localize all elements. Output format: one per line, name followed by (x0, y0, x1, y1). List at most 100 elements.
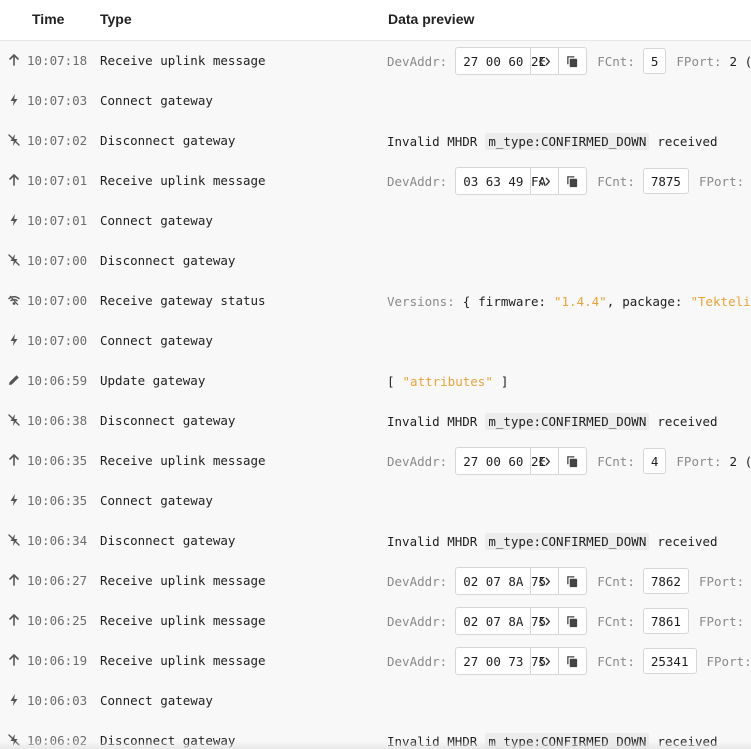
json-brace: { (462, 293, 471, 309)
copy-icon (566, 455, 579, 468)
event-type: Connect gateway (100, 93, 213, 108)
event-row[interactable]: 10:07:03 Connect gateway (0, 81, 751, 121)
event-time: 10:06:34 (27, 533, 88, 548)
event-time: 10:06:19 (27, 653, 88, 668)
copy-button[interactable] (558, 448, 586, 474)
event-type: Disconnect gateway (100, 253, 236, 268)
received-text: received (657, 533, 718, 549)
event-type: Update gateway (100, 373, 206, 388)
toggle-format-button[interactable] (530, 568, 558, 594)
copy-button[interactable] (558, 168, 586, 194)
bolt-icon (7, 693, 21, 707)
event-type: Disconnect gateway (100, 413, 236, 428)
mtype-code: m_type:CONFIRMED_DOWN (485, 132, 650, 150)
copy-button[interactable] (558, 608, 586, 634)
devaddr-value: 27 00 73 75 (463, 653, 547, 669)
received-text: received (657, 133, 718, 149)
data-preview: Invalid MHDR m_type:CONFIRMED_DOWN receive… (387, 121, 718, 161)
event-row[interactable]: 10:07:00 Disconnect gateway (0, 241, 751, 281)
event-row[interactable]: 10:06:59 Update gateway ["attributes"] (0, 361, 751, 401)
fport-label: FPort: (676, 53, 722, 69)
toggle-format-button[interactable] (530, 168, 558, 194)
toggle-format-button[interactable] (530, 648, 558, 674)
json-comma: , (606, 293, 615, 309)
column-header-data-preview[interactable]: Data preview (388, 11, 474, 27)
event-time: 10:07:00 (27, 293, 88, 308)
event-row[interactable]: 10:06:03 Connect gateway (0, 681, 751, 721)
fport-label: FPort: (698, 613, 745, 629)
copy-icon (566, 655, 579, 668)
event-row[interactable]: 10:06:34 Disconnect gateway Invalid MHDR m_… (0, 521, 751, 561)
event-type: Connect gateway (100, 213, 213, 228)
received-text: received (657, 413, 718, 429)
fcnt-label: FCnt: (597, 173, 635, 189)
event-time: 10:07:03 (27, 93, 88, 108)
data-preview: DevAddr: 02 07 8A 75 FCnt: 7862 FPort: (387, 561, 751, 601)
event-type: Receive uplink message (100, 613, 266, 628)
event-type: Receive uplink message (100, 173, 266, 188)
fcnt-label: FCnt: (597, 653, 635, 669)
devaddr-value: 02 07 8A 75 (463, 613, 547, 629)
bolt-icon (7, 93, 21, 107)
event-row[interactable]: 10:07:18 Receive uplink message DevAddr: 27… (0, 41, 751, 81)
devaddr-value: 02 07 8A 75 (463, 573, 547, 589)
fport-label: FPort: (676, 453, 722, 469)
event-row[interactable]: 10:06:35 Connect gateway (0, 481, 751, 521)
event-row[interactable]: 10:07:00 Connect gateway (0, 321, 751, 361)
event-row[interactable]: 10:06:19 Receive uplink message DevAddr: 27… (0, 641, 751, 681)
code-icon (538, 55, 551, 68)
bolt-off-icon (7, 253, 21, 267)
event-row[interactable]: 10:07:01 Receive uplink message DevAddr: 03… (0, 161, 751, 201)
copy-icon (566, 615, 579, 628)
error-text: Invalid MHDR (387, 413, 478, 429)
fport-label: FPort: (706, 653, 751, 669)
event-time: 10:06:25 (27, 613, 88, 628)
devaddr-field: 02 07 8A 75 (455, 567, 588, 595)
copy-button[interactable] (558, 648, 586, 674)
event-row[interactable]: 10:06:35 Receive uplink message DevAddr: 27… (0, 441, 751, 481)
toggle-format-button[interactable] (530, 608, 558, 634)
arrow-up-icon (7, 573, 21, 587)
data-preview: DevAddr: 03 63 49 FA FCnt: 7875 FPort: (387, 161, 751, 201)
event-time: 10:06:35 (27, 453, 88, 468)
bolt-icon (7, 333, 21, 347)
event-time: 10:06:27 (27, 573, 88, 588)
event-time: 10:07:00 (27, 253, 88, 268)
event-type: Receive uplink message (100, 453, 266, 468)
copy-button[interactable] (558, 48, 586, 74)
devaddr-field: 27 00 73 75 (455, 647, 588, 675)
devaddr-field: 27 00 60 2E (455, 47, 588, 75)
json-value-package: "Tektelic B (690, 293, 751, 309)
event-row[interactable]: 10:06:27 Receive uplink message DevAddr: 02… (0, 561, 751, 601)
event-row[interactable]: 10:06:25 Receive uplink message DevAddr: 02… (0, 601, 751, 641)
bolt-off-icon (7, 533, 21, 547)
column-header-time[interactable]: Time (32, 11, 64, 27)
event-time: 10:07:01 (27, 213, 88, 228)
toggle-format-button[interactable] (530, 448, 558, 474)
pencil-icon (7, 373, 21, 387)
event-time: 10:07:00 (27, 333, 88, 348)
column-header-type[interactable]: Type (100, 11, 132, 27)
devaddr-value: 03 63 49 FA (463, 173, 547, 189)
event-row[interactable]: 10:07:00 Receive gateway status Versions: {… (0, 281, 751, 321)
json-key-package: package: (622, 293, 683, 309)
fcnt-value: 7861 (642, 608, 689, 634)
arrow-up-icon (7, 453, 21, 467)
data-preview: DevAddr: 27 00 60 2E FCnt: 4 FPort: 2 ( (387, 441, 751, 481)
devaddr-label: DevAddr: (387, 53, 448, 69)
event-type: Disconnect gateway (100, 533, 236, 548)
copy-button[interactable] (558, 568, 586, 594)
event-time: 10:07:02 (27, 133, 88, 148)
event-row[interactable]: 10:07:01 Connect gateway (0, 201, 751, 241)
event-row[interactable]: 10:06:38 Disconnect gateway Invalid MHDR m_… (0, 401, 751, 441)
fcnt-value: 4 (642, 448, 667, 474)
event-type: Disconnect gateway (100, 133, 236, 148)
code-icon (538, 575, 551, 588)
toggle-format-button[interactable] (530, 48, 558, 74)
event-row[interactable]: 10:07:02 Disconnect gateway Invalid MHDR m_… (0, 121, 751, 161)
code-icon (538, 455, 551, 468)
fport-value: 2 ( (729, 53, 751, 69)
json-array-item: "attributes" (402, 373, 493, 389)
error-text: Invalid MHDR (387, 133, 478, 149)
event-type: Receive uplink message (100, 653, 266, 668)
